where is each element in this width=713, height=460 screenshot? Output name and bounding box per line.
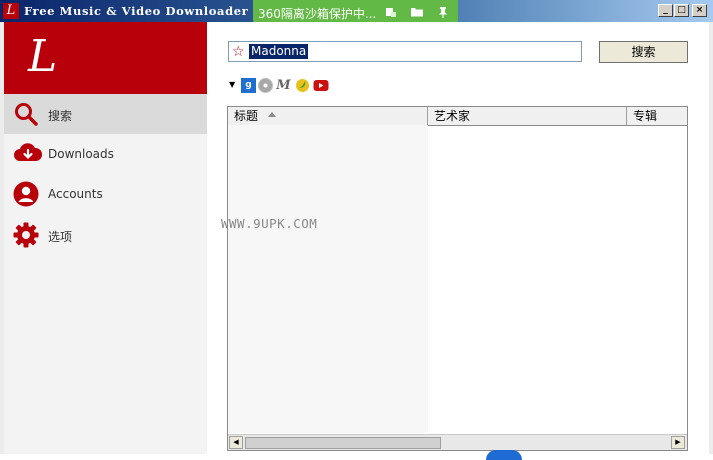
column-header-label: 专辑 <box>633 109 658 123</box>
search-button[interactable]: 搜索 <box>599 41 688 63</box>
results-table[interactable]: 标题 艺术家 专辑 ◀ ▶ <box>227 106 688 451</box>
column-header-title[interactable]: 标题 <box>228 107 428 125</box>
folder-icon[interactable] <box>409 4 425 20</box>
search-input[interactable]: ☆ Madonna <box>228 41 582 62</box>
sandbox-status-text: 360隔离沙箱保护中... <box>258 7 377 21</box>
minimize-button[interactable]: _ <box>658 4 673 17</box>
source-m-icon[interactable]: M <box>276 78 291 93</box>
sort-ascending-icon <box>268 112 276 117</box>
download-cloud-icon <box>13 141 43 167</box>
sidebar-item-accounts[interactable]: Accounts <box>4 174 207 214</box>
column-header-label: 标题 <box>234 109 259 123</box>
star-icon[interactable]: ☆ <box>232 43 245 61</box>
watermark-text: WWW.9UPK.COM <box>221 216 318 231</box>
source-g-icon[interactable]: g <box>241 78 256 93</box>
source-leaf-icon[interactable] <box>295 78 310 93</box>
search-input-value: Madonna <box>249 44 309 59</box>
title-column-body <box>228 125 428 433</box>
sidebar-item-label: 选项 <box>48 230 73 244</box>
source-dropdown-icon[interactable]: ▼ <box>229 80 237 90</box>
pin-icon[interactable] <box>435 4 451 20</box>
column-header-label: 艺术家 <box>434 109 471 123</box>
table-header: 标题 艺术家 专辑 <box>228 107 687 126</box>
scroll-right-button[interactable]: ▶ <box>671 436 685 449</box>
sidebar-item-label: Accounts <box>48 187 103 201</box>
scroll-left-button[interactable]: ◀ <box>229 436 243 449</box>
column-header-artist[interactable]: 艺术家 <box>428 107 627 125</box>
scroll-thumb[interactable] <box>245 437 441 449</box>
sidebar-item-search[interactable]: 搜索 <box>4 94 207 134</box>
app-logo-icon: L <box>3 3 19 19</box>
search-icon <box>13 101 39 127</box>
sidebar-item-options[interactable]: 选项 <box>4 215 207 255</box>
floating-widget[interactable] <box>486 450 522 460</box>
sandbox-app-icon[interactable] <box>383 4 399 20</box>
sidebar-item-label: Downloads <box>48 147 114 161</box>
user-icon <box>13 181 39 207</box>
gear-icon <box>13 222 39 248</box>
source-youtube-icon[interactable] <box>313 78 329 93</box>
sidebar-item-downloads[interactable]: Downloads <box>4 134 207 174</box>
brand-logo: L <box>4 22 207 94</box>
window-title: Free Music & Video Downloader [1. <box>24 4 264 18</box>
logo-letter: L <box>28 31 58 82</box>
maximize-button[interactable]: □ <box>674 4 689 17</box>
source-disc-icon[interactable] <box>258 78 273 93</box>
horizontal-scrollbar[interactable]: ◀ ▶ <box>228 434 687 450</box>
sandbox-notification-bar: 360隔离沙箱保护中... <box>253 0 458 24</box>
close-button[interactable]: × <box>692 4 707 17</box>
column-header-album[interactable]: 专辑 <box>627 107 687 125</box>
sidebar-item-label: 搜索 <box>48 109 73 123</box>
